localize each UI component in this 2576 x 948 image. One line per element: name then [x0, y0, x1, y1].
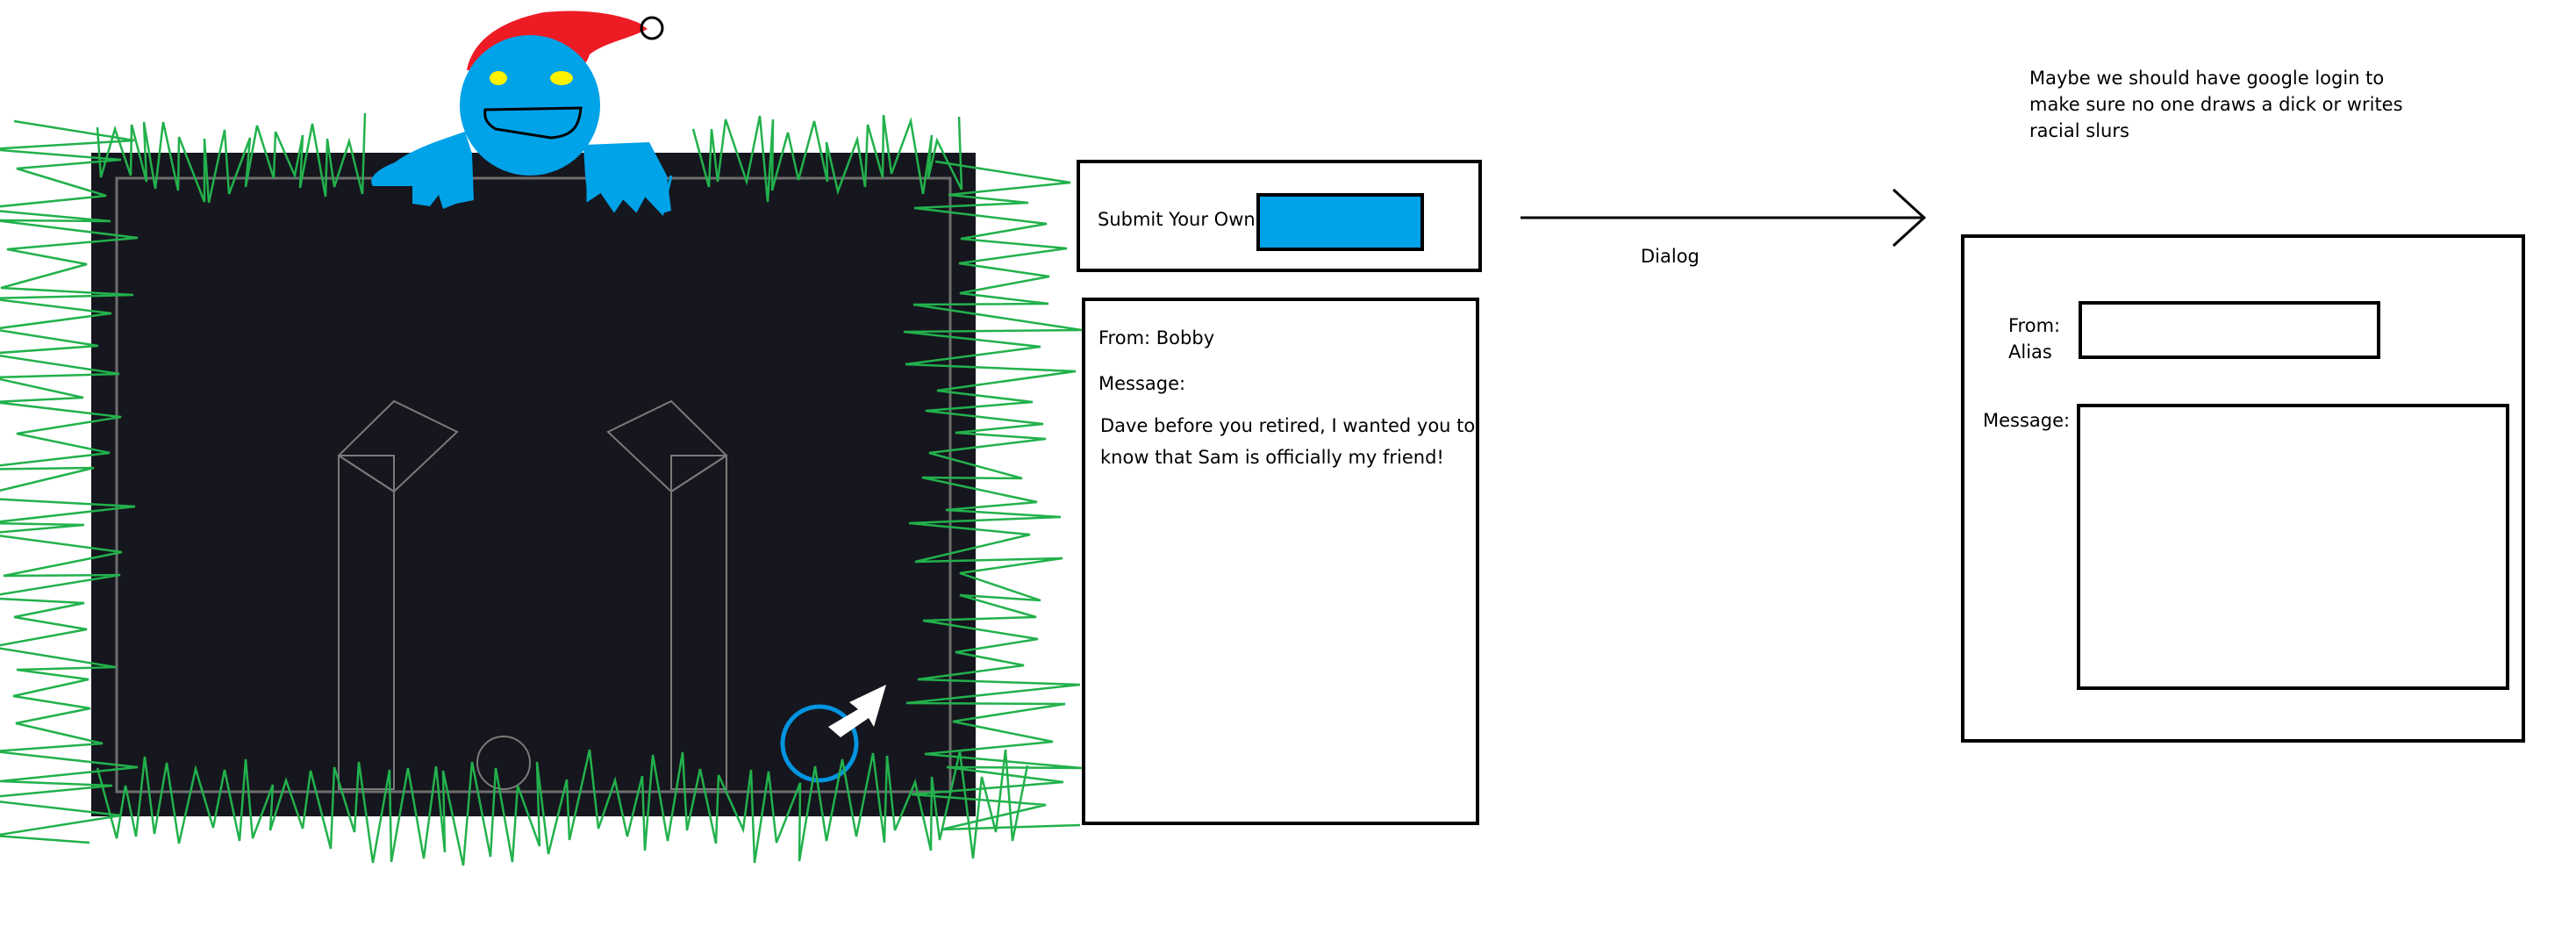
note-line: Maybe we should have google login to — [2029, 68, 2385, 89]
submit-dialog: From: Alias Message: — [1961, 234, 2525, 743]
message-field-label: Message: — [1983, 410, 2071, 431]
submit-button[interactable] — [1256, 193, 1424, 251]
message-text: Dave before you retired, I wanted you to… — [1100, 415, 1476, 468]
note-line: racial slurs — [2029, 120, 2129, 141]
arrow-label: Dialog — [1641, 246, 1699, 267]
alias-label: Alias — [2008, 341, 2052, 363]
message-card: From: Bobby Message: Dave before you ret… — [1082, 298, 1479, 825]
alias-input[interactable] — [2079, 301, 2380, 359]
message-textarea[interactable] — [2077, 404, 2509, 690]
note-line: make sure no one draws a dick or writes — [2029, 94, 2403, 115]
from-label: From: — [2008, 315, 2061, 336]
design-note: Maybe we should have google login to mak… — [2029, 65, 2403, 144]
message-label: Message: — [1098, 373, 1186, 394]
message-from: From: Bobby — [1098, 327, 1215, 348]
submit-label: Submit Your Own: — [1098, 209, 1262, 230]
submit-panel: Submit Your Own: — [1077, 160, 1482, 272]
